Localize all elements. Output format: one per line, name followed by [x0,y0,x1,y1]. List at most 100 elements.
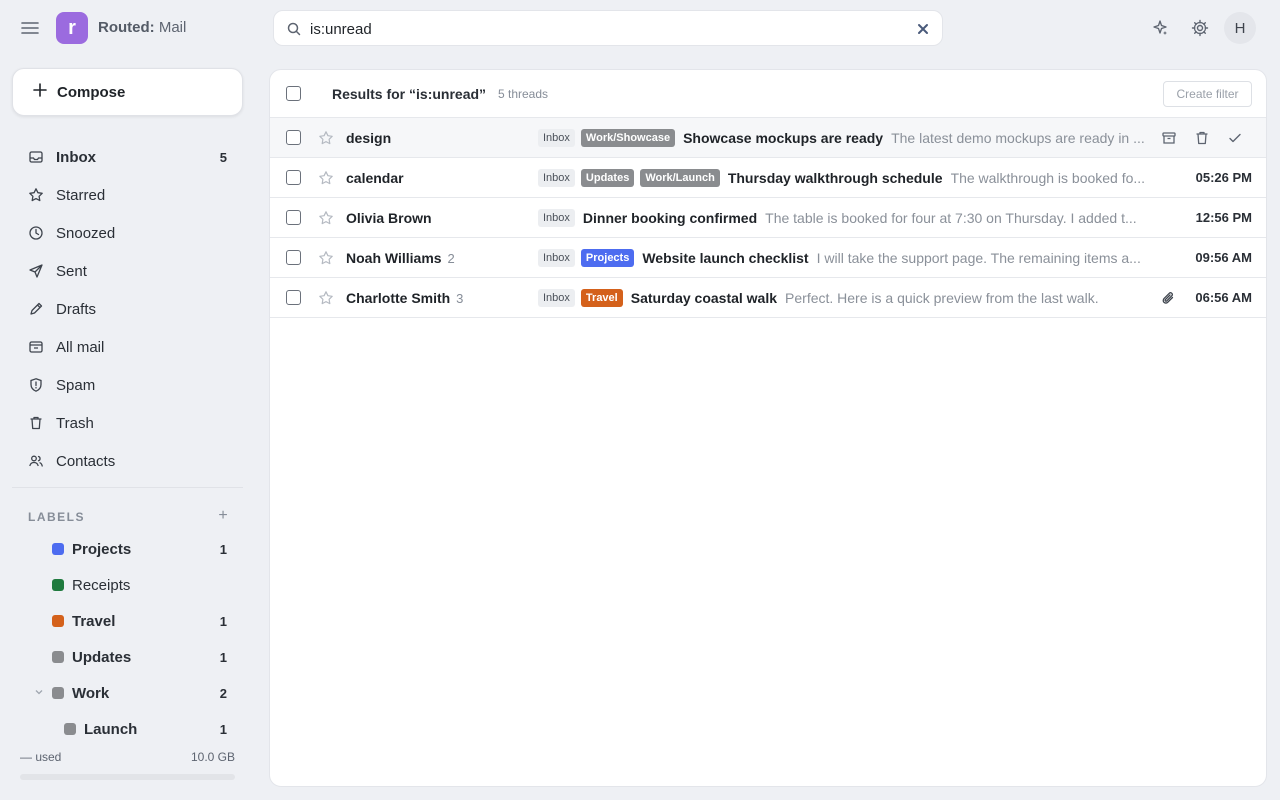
tag-inbox: Inbox [538,169,575,187]
tag-inbox: Inbox [538,129,575,147]
row-checkbox[interactable] [286,290,301,305]
sidebar-item-label: Drafts [56,300,97,318]
trash-icon[interactable] [1193,129,1211,147]
label-color-swatch [52,543,64,555]
tag-inbox: Inbox [538,289,575,307]
label-list: Projects 1 Receipts Travel 1 Updates 1 W… [12,531,243,747]
label-color-swatch [52,579,64,591]
label-name: Work [72,684,110,702]
label-color-swatch [52,651,64,663]
sparkle-icon[interactable] [1148,16,1172,40]
compose-label: Compose [57,83,126,101]
thread-time: 06:56 AM [1195,290,1252,305]
send-icon [28,263,44,279]
label-name: Projects [72,540,132,558]
label-color-swatch [52,615,64,627]
row-checkbox[interactable] [286,210,301,225]
clock-icon [28,225,44,241]
thread-row[interactable]: Noah Williams 2 Inbox Projects Website l… [270,238,1266,278]
archive-icon[interactable] [1160,129,1178,147]
settings-gear-icon[interactable] [1188,16,1212,40]
tag-work-showcase: Work/Showcase [580,129,676,147]
thread-row[interactable]: calendar Inbox Updates Work/Launch Thurs… [270,158,1266,198]
sidebar-item-inbox[interactable]: Inbox 5 [12,138,243,176]
label-item-updates[interactable]: Updates 1 [12,639,243,675]
search-icon [286,21,302,37]
storage-used: — used [20,750,62,764]
tag-travel: Travel [580,289,623,307]
app-name-rest: Mail [158,19,187,36]
label-item-projects[interactable]: Projects 1 [12,531,243,567]
add-label-button[interactable]: + [215,508,231,524]
sidebar-item-contacts[interactable]: Contacts [12,442,243,480]
sidebar-item-snoozed[interactable]: Snoozed [12,214,243,252]
thread-row[interactable]: design Inbox Work/Showcase Showcase mock… [270,118,1266,158]
label-color-swatch [52,687,64,699]
label-count: 1 [219,541,227,557]
attachment-paperclip-icon [1161,290,1177,306]
logo-letter: r [68,16,76,39]
star-icon[interactable] [318,170,334,186]
thread-sender: Charlotte Smith 3 [346,290,463,306]
sender-name: Charlotte Smith [346,290,451,306]
sidebar-item-label: Starred [56,186,106,204]
row-checkbox[interactable] [286,170,301,185]
sidebar-item-starred[interactable]: Starred [12,176,243,214]
thread-row[interactable]: Charlotte Smith 3 Inbox Travel Saturday … [270,278,1266,318]
storage-bar [20,774,235,780]
thread-subject: Website launch checklist [642,250,809,266]
select-all-checkbox[interactable] [286,86,301,101]
tag-updates: Updates [580,169,635,187]
thread-list-panel: Results for “is:unread” 5 threads Create… [269,69,1267,787]
results-header: Results for “is:unread” 5 threads Create… [270,70,1266,118]
sender-name: Olivia Brown [346,210,432,226]
contacts-icon [28,453,44,469]
thread-content: Inbox Travel Saturday coastal walk Perfe… [538,287,1148,309]
sidebar-item-all-mail[interactable]: All mail [12,328,243,366]
label-item-travel[interactable]: Travel 1 [12,603,243,639]
star-icon[interactable] [318,250,334,266]
thread-content: Inbox Work/Showcase Showcase mockups are… [538,127,1148,149]
label-item-receipts[interactable]: Receipts [12,567,243,603]
row-checkbox[interactable] [286,250,301,265]
plus-icon [33,83,47,101]
sidebar-nav: Inbox 5 Starred Snoozed Sent Drafts All … [12,138,243,480]
shield-icon [28,377,44,393]
create-filter-button[interactable]: Create filter [1163,81,1252,107]
star-icon[interactable] [318,290,334,306]
row-checkbox[interactable] [286,130,301,145]
thread-message-count: 2 [447,251,455,266]
label-count: 1 [219,613,227,629]
sidebar-item-label: Trash [56,414,94,432]
storage-info: — used 10.0 GB [20,750,235,764]
label-count: 2 [219,685,227,701]
menu-icon[interactable] [20,18,40,38]
sidebar-item-trash[interactable]: Trash [12,404,243,442]
thread-time: 09:56 AM [1195,250,1252,265]
clear-search-icon[interactable] [914,20,932,38]
star-icon[interactable] [318,130,334,146]
label-item-work[interactable]: Work 2 [12,675,243,711]
thread-subject: Showcase mockups are ready [683,130,884,146]
label-count: 1 [219,721,227,737]
sidebar-item-sent[interactable]: Sent [12,252,243,290]
search-input[interactable] [310,19,890,39]
sidebar-item-spam[interactable]: Spam [12,366,243,404]
thread-content: Inbox Projects Website launch checklist … [538,247,1154,269]
thread-row[interactable]: Olivia Brown Inbox Dinner booking confir… [270,198,1266,238]
thread-sender: calendar [346,170,406,186]
tag-inbox: Inbox [538,249,575,267]
user-avatar[interactable]: H [1224,12,1256,44]
compose-button[interactable]: Compose [12,68,243,116]
label-name: Travel [72,612,116,630]
chevron-down-icon[interactable] [32,687,46,700]
label-item-launch[interactable]: Launch 1 [12,711,243,747]
sidebar-item-label: Spam [56,376,96,394]
thread-time: 05:26 PM [1195,170,1252,185]
label-count: 1 [219,649,227,665]
sidebar-item-drafts[interactable]: Drafts [12,290,243,328]
mark-read-check-icon[interactable] [1226,129,1244,147]
sidebar-item-count: 5 [219,149,227,165]
sidebar-divider [12,487,243,488]
star-icon[interactable] [318,210,334,226]
